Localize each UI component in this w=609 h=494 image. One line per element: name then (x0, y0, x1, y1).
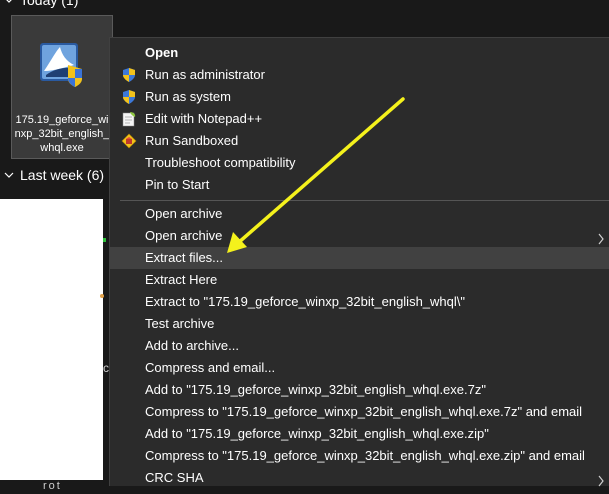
menu-item-run-as-system[interactable]: Run as system (110, 86, 609, 108)
file-name-label: 175.19_geforce_winxp_32bit_english_whql.… (14, 114, 110, 154)
menu-item-edit-with-notepad-plus-plus[interactable]: Edit with Notepad++ (110, 108, 609, 130)
orange-mark (100, 294, 104, 298)
menu-item-troubleshoot-compatibility[interactable]: Troubleshoot compatibility (110, 152, 609, 174)
menu-item-label: Compress to "175.19_geforce_winxp_32bit_… (145, 448, 585, 463)
menu-item-label: Run Sandboxed (145, 133, 239, 148)
menu-item-label: Compress and email... (145, 360, 276, 375)
menu-item-compress-and-email[interactable]: Compress and email... (110, 357, 609, 379)
context-menu: Open Run as administrator Run as system (109, 37, 609, 487)
menu-item-extract-to-folder[interactable]: Extract to "175.19_geforce_winxp_32bit_e… (110, 291, 609, 313)
group-header-today[interactable]: Today (1) (0, 0, 78, 8)
menu-item-run-sandboxed[interactable]: Run Sandboxed (110, 130, 609, 152)
notepad-plus-plus-icon (121, 111, 137, 127)
menu-item-label: Edit with Notepad++ (145, 111, 263, 126)
chevron-right-icon (597, 472, 605, 487)
menu-item-add-to-7z[interactable]: Add to "175.19_geforce_winxp_32bit_engli… (110, 379, 609, 401)
menu-item-label: Add to archive... (145, 338, 239, 353)
chevron-down-icon (4, 170, 14, 180)
group-header-label: Today (1) (20, 0, 79, 8)
group-header-label: Last week (6) (20, 167, 105, 183)
menu-item-label: Extract to "175.19_geforce_winxp_32bit_e… (145, 294, 465, 309)
menu-item-label: Run as system (145, 89, 231, 104)
menu-separator (120, 200, 609, 201)
menu-item-label: Open archive (145, 228, 223, 243)
menu-item-label: Compress to "175.19_geforce_winxp_32bit_… (145, 404, 583, 419)
uac-shield-icon (121, 67, 137, 83)
menu-item-label: Add to "175.19_geforce_winxp_32bit_engli… (145, 426, 489, 441)
menu-item-compress-to-7z-and-email[interactable]: Compress to "175.19_geforce_winxp_32bit_… (110, 401, 609, 423)
group-header-last-week[interactable]: Last week (6) (0, 167, 104, 183)
menu-item-label: Test archive (145, 316, 215, 331)
menu-item-add-to-archive[interactable]: Add to archive... (110, 335, 609, 357)
menu-item-open-archive-submenu[interactable]: Open archive (110, 225, 609, 247)
chevron-down-icon (4, 0, 14, 5)
menu-item-label: Extract files... (145, 250, 224, 265)
background-text-fragment-bottom: rot (43, 480, 62, 492)
menu-item-pin-to-start[interactable]: Pin to Start (110, 174, 609, 196)
file-item-selected[interactable]: 175.19_geforce_winxp_32bit_english_whql.… (11, 15, 113, 159)
menu-item-run-as-administrator[interactable]: Run as administrator (110, 64, 609, 86)
menu-item-label: Troubleshoot compatibility (145, 155, 296, 170)
menu-item-label: Extract Here (145, 272, 218, 287)
menu-item-add-to-zip[interactable]: Add to "175.19_geforce_winxp_32bit_engli… (110, 423, 609, 445)
menu-item-label: Add to "175.19_geforce_winxp_32bit_engli… (145, 382, 486, 397)
menu-item-extract-files[interactable]: Extract files... (110, 247, 609, 269)
preview-panel (0, 199, 103, 480)
sandboxie-icon (121, 133, 137, 149)
menu-item-open[interactable]: Open (110, 42, 609, 64)
chevron-right-icon (597, 230, 605, 245)
menu-item-label: Open archive (145, 206, 223, 221)
menu-item-open-archive[interactable]: Open archive (110, 203, 609, 225)
nvidia-installer-icon (38, 41, 88, 89)
uac-shield-icon (121, 89, 137, 105)
menu-item-label: Open (145, 45, 179, 60)
menu-item-label: Pin to Start (145, 177, 210, 192)
menu-item-compress-to-zip-and-email[interactable]: Compress to "175.19_geforce_winxp_32bit_… (110, 445, 609, 467)
menu-item-extract-here[interactable]: Extract Here (110, 269, 609, 291)
green-mark (103, 238, 106, 242)
menu-item-test-archive[interactable]: Test archive (110, 313, 609, 335)
menu-item-label: Run as administrator (145, 67, 265, 82)
